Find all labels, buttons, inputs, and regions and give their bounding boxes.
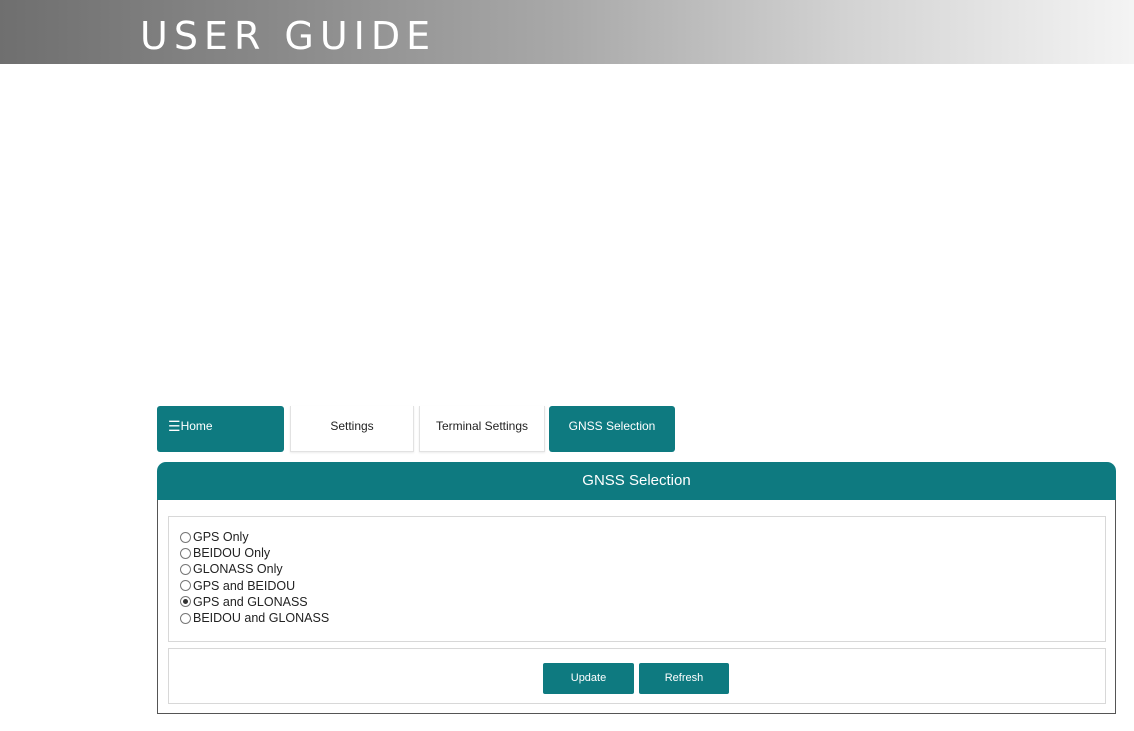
breadcrumb-home[interactable]: ☰Home — [157, 406, 284, 452]
actions-bar: Update Refresh — [168, 648, 1106, 704]
gnss-panel: GPS Only BEIDOU Only GLONASS Only GPS an… — [157, 500, 1116, 714]
gnss-option-beidou-and-glonass[interactable]: BEIDOU and GLONASS — [180, 610, 1105, 626]
breadcrumb-terminal-settings[interactable]: Terminal Settings — [419, 406, 545, 452]
refresh-button[interactable]: Refresh — [639, 663, 729, 694]
panel-title: GNSS Selection — [157, 462, 1116, 500]
gnss-option-beidou-only[interactable]: BEIDOU Only — [180, 545, 1105, 561]
gnss-option-gps-and-beidou[interactable]: GPS and BEIDOU — [180, 578, 1105, 594]
menu-icon: ☰ — [168, 418, 181, 434]
radio-button[interactable] — [180, 563, 191, 575]
option-label: GPS Only — [193, 530, 249, 545]
option-label: GPS and GLONASS — [193, 594, 308, 609]
option-label: BEIDOU Only — [193, 546, 271, 561]
radio-button[interactable] — [180, 547, 191, 559]
breadcrumb-gnss-selection[interactable]: GNSS Selection — [549, 406, 675, 452]
radio-button[interactable] — [180, 531, 191, 543]
radio-button[interactable] — [180, 580, 191, 592]
gnss-option-gps-only[interactable]: GPS Only — [180, 529, 1105, 545]
radio-button-selected[interactable] — [180, 596, 191, 608]
breadcrumb-home-label: Home — [180, 419, 213, 433]
radio-button[interactable] — [180, 612, 191, 624]
breadcrumb-settings[interactable]: Settings — [290, 406, 414, 452]
update-button[interactable]: Update — [543, 663, 634, 694]
gnss-option-glonass-only[interactable]: GLONASS Only — [180, 561, 1105, 577]
gnss-options-group: GPS Only BEIDOU Only GLONASS Only GPS an… — [168, 516, 1106, 642]
option-label: GPS and BEIDOU — [193, 578, 296, 593]
option-label: BEIDOU and GLONASS — [193, 611, 330, 626]
banner-title: USER GUIDE — [140, 14, 437, 58]
gnss-option-gps-and-glonass[interactable]: GPS and GLONASS — [180, 594, 1105, 610]
option-label: GLONASS Only — [193, 562, 283, 577]
user-guide-banner: USER GUIDE — [0, 0, 1134, 64]
